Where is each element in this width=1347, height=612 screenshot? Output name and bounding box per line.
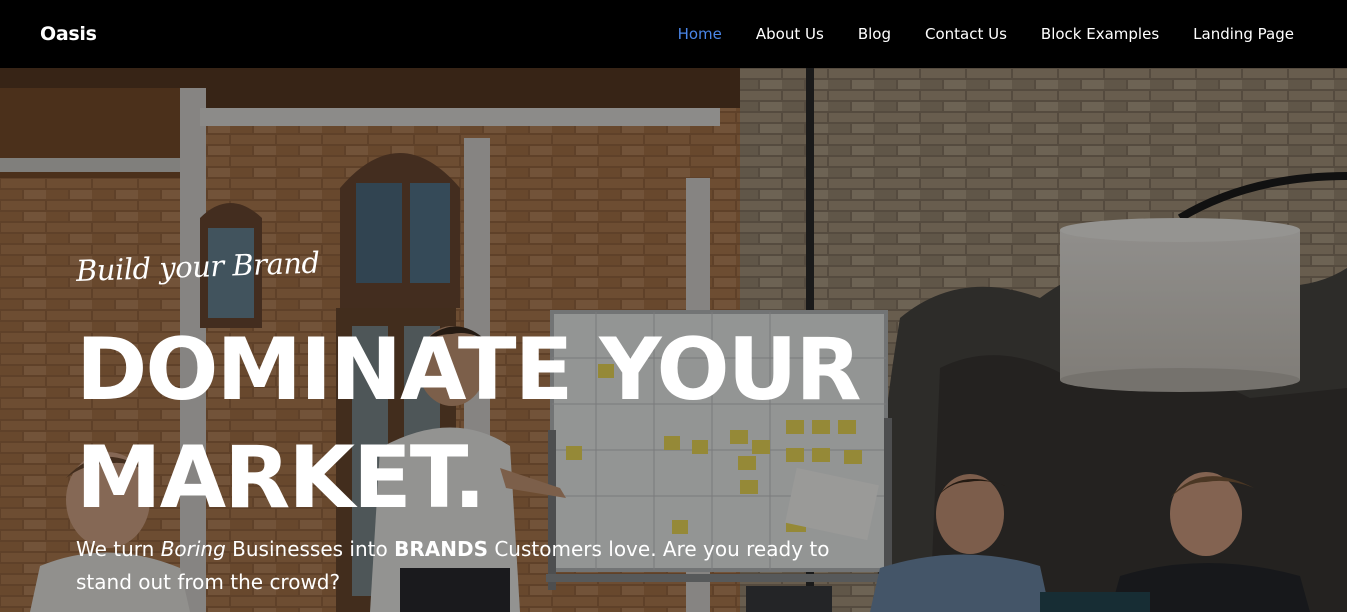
nav-link-landing-page[interactable]: Landing Page bbox=[1193, 25, 1294, 43]
headline-line-2: MARKET. bbox=[76, 428, 486, 528]
headline-line-1: DOMINATE YOUR bbox=[76, 320, 862, 420]
nav-link-blog[interactable]: Blog bbox=[858, 25, 891, 43]
brand-logo[interactable]: Oasis bbox=[40, 23, 97, 45]
site-header: Oasis Home About Us Blog Contact Us Bloc… bbox=[0, 0, 1347, 68]
nav-link-contact-us[interactable]: Contact Us bbox=[925, 25, 1007, 43]
nav-link-about-us[interactable]: About Us bbox=[756, 25, 824, 43]
main-nav: Home About Us Blog Contact Us Block Exam… bbox=[644, 25, 1294, 43]
subtext-part-2: Businesses into bbox=[225, 537, 395, 561]
nav-link-home[interactable]: Home bbox=[678, 25, 722, 43]
subtext-part-1: We turn bbox=[76, 537, 161, 561]
nav-link-block-examples[interactable]: Block Examples bbox=[1041, 25, 1159, 43]
hero-subtext: We turn Boring Businesses into BRANDS Cu… bbox=[76, 533, 866, 599]
subtext-italic: Boring bbox=[160, 537, 226, 561]
hero-section: Build your Brand DOMINATE YOUR MARKET. W… bbox=[0, 68, 1347, 612]
hero-headline: DOMINATE YOUR MARKET. bbox=[76, 316, 896, 532]
subtext-bold: BRANDS bbox=[394, 537, 488, 561]
